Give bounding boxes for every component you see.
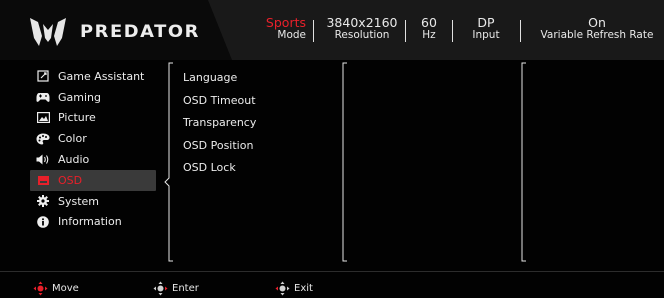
- footer-divider: [0, 271, 664, 272]
- picture-icon: [36, 111, 50, 125]
- osd-icon: [36, 173, 50, 187]
- menu-label: OSD: [58, 173, 83, 187]
- header-divider: [452, 20, 453, 42]
- input-status: DP Input: [462, 0, 510, 60]
- footer-exit-hint: Exit: [275, 281, 313, 296]
- menu-label: System: [58, 194, 100, 208]
- submenu-column-bracket: [164, 62, 173, 262]
- refresh-rate-label: Hz: [422, 29, 436, 41]
- submenu-item-osd-position[interactable]: OSD Position: [183, 136, 256, 159]
- menu-item-picture[interactable]: Picture: [30, 108, 156, 129]
- brand-name: PREDATOR: [80, 22, 200, 42]
- mode-value: Sports: [265, 15, 306, 30]
- mode-status: Sports Mode: [256, 0, 306, 60]
- resolution-value: 3840x2160: [326, 15, 398, 30]
- input-value: DP: [477, 15, 495, 30]
- submenu-item-language[interactable]: Language: [183, 68, 256, 91]
- value-column-bracket: [342, 62, 347, 262]
- footer-enter-label: Enter: [172, 283, 199, 294]
- speaker-icon: [36, 153, 50, 167]
- header-bar: PREDATOR Sports Mode 3840x2160 Resolutio…: [0, 0, 664, 60]
- detail-column-bracket: [521, 62, 526, 262]
- predator-logo-icon: [30, 18, 66, 46]
- refresh-rate-status: 60 Hz: [414, 0, 444, 60]
- input-label: Input: [472, 29, 500, 41]
- header-divider: [313, 20, 314, 42]
- menu-label: Audio: [58, 153, 90, 167]
- footer-move-label: Move: [52, 283, 79, 294]
- menu-label: Gaming: [58, 90, 101, 104]
- gear-icon: [36, 194, 50, 208]
- footer-move-hint: Move: [33, 281, 79, 296]
- vrr-label: Variable Refresh Rate: [540, 29, 654, 41]
- refresh-rate-value: 60: [421, 15, 437, 30]
- menu-label: Information: [58, 215, 122, 229]
- menu-item-osd[interactable]: OSD: [30, 169, 156, 191]
- header-band-slant: [208, 0, 232, 60]
- menu-label: Color: [58, 132, 87, 146]
- header-divider: [520, 20, 521, 42]
- vrr-value: On: [588, 15, 606, 30]
- menu-item-audio[interactable]: Audio: [30, 149, 156, 170]
- footer-enter-hint: Enter: [153, 281, 199, 296]
- osd-window: PREDATOR Sports Mode 3840x2160 Resolutio…: [0, 0, 664, 298]
- submenu-item-osd-timeout[interactable]: OSD Timeout: [183, 91, 256, 114]
- menu-item-gaming[interactable]: Gaming: [30, 87, 156, 108]
- menu-label: Picture: [58, 111, 96, 125]
- osd-submenu: Language OSD Timeout Transparency OSD Po…: [183, 68, 256, 181]
- joystick-enter-icon: [153, 281, 168, 296]
- vrr-status: On Variable Refresh Rate: [530, 0, 664, 60]
- mode-label: Mode: [277, 29, 306, 41]
- joystick-move-icon: [33, 281, 48, 296]
- header-divider: [405, 20, 406, 42]
- menu-item-information[interactable]: Information: [30, 212, 156, 233]
- menu-item-system[interactable]: System: [30, 191, 156, 212]
- submenu-item-transparency[interactable]: Transparency: [183, 113, 256, 136]
- info-icon: [36, 215, 50, 229]
- joystick-exit-icon: [275, 281, 290, 296]
- palette-icon: [36, 132, 50, 146]
- submenu-item-osd-lock[interactable]: OSD Lock: [183, 158, 256, 181]
- gamepad-icon: [36, 90, 50, 104]
- menu-item-game-assistant[interactable]: Game Assistant: [30, 66, 156, 87]
- main-menu: Game Assistant Gaming Picture Color Audi…: [30, 66, 156, 232]
- menu-label: Game Assistant: [58, 69, 145, 83]
- menu-item-color[interactable]: Color: [30, 128, 156, 149]
- resolution-label: Resolution: [334, 29, 390, 41]
- game-assistant-icon: [36, 69, 50, 83]
- resolution-status: 3840x2160 Resolution: [322, 0, 402, 60]
- footer-exit-label: Exit: [294, 283, 313, 294]
